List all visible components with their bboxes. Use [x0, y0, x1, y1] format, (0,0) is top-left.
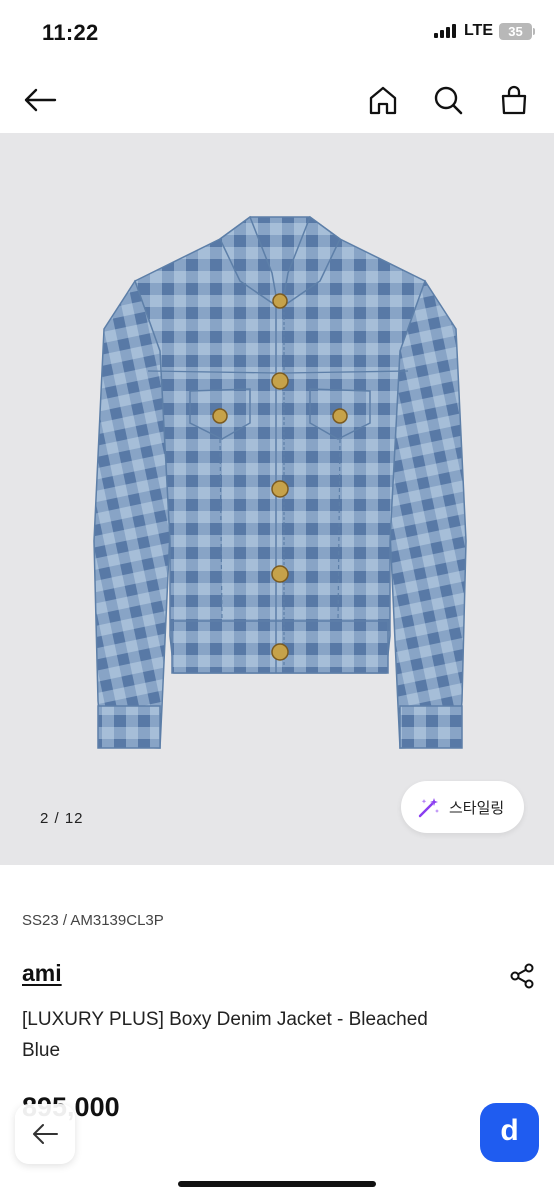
- battery-level: 35: [508, 23, 523, 39]
- brand-link[interactable]: ami: [22, 960, 62, 987]
- d-logo: d: [500, 1114, 519, 1147]
- cart-button[interactable]: [494, 80, 534, 120]
- signal-icon: [433, 24, 456, 38]
- battery-icon: 35: [499, 22, 535, 40]
- shopping-bag-icon: [501, 85, 527, 115]
- home-icon: [369, 86, 397, 115]
- magic-wand-icon: [418, 798, 439, 818]
- status-time: 11:22: [42, 20, 99, 45]
- network-label: LTE: [463, 22, 493, 39]
- back-arrow-icon: [24, 88, 57, 112]
- status-indicators: LTE 35: [433, 22, 535, 40]
- d-app-button[interactable]: d: [480, 1103, 539, 1162]
- floating-back-button[interactable]: [15, 1104, 75, 1164]
- image-counter: 2 / 12: [40, 810, 84, 827]
- product-code: SS23 / AM3139CL3P: [22, 912, 164, 929]
- product-image: [93, 215, 467, 749]
- search-icon: [434, 86, 463, 115]
- status-bar: 11:22 LTE 35: [0, 0, 554, 66]
- back-button[interactable]: [20, 80, 60, 120]
- styling-label: 스타일링: [449, 799, 505, 817]
- back-arrow-icon: [33, 1124, 58, 1144]
- search-button[interactable]: [428, 80, 468, 120]
- home-indicator[interactable]: [178, 1181, 376, 1187]
- top-nav-bar: [0, 66, 554, 132]
- home-button[interactable]: [363, 80, 403, 120]
- product-name: [LUXURY PLUS] Boxy Denim Jacket - Bleach…: [22, 1009, 428, 1061]
- share-button[interactable]: [508, 962, 536, 990]
- styling-button[interactable]: 스타일링: [401, 781, 524, 833]
- product-image-gallery[interactable]: 2 / 12 스타일링: [0, 133, 554, 865]
- share-icon: [510, 963, 534, 989]
